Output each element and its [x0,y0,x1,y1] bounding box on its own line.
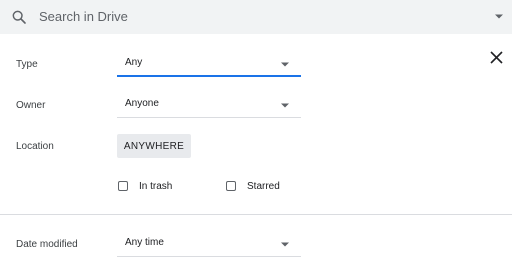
starred-checkbox[interactable] [226,181,236,191]
close-icon[interactable] [490,51,503,64]
section-divider [0,214,512,215]
in-trash-label[interactable]: In trash [139,181,172,192]
search-input[interactable]: Search in Drive [39,9,128,24]
type-select-value: Any [125,57,143,68]
date-modified-select-value: Any time [125,237,164,248]
date-modified-select[interactable]: Any time [117,231,301,257]
date-modified-label: Date modified [16,239,78,250]
starred-label[interactable]: Starred [247,181,280,192]
owner-select[interactable]: Anyone [117,92,301,118]
search-options-icon[interactable] [495,14,503,19]
search-icon[interactable] [11,9,27,25]
type-dropdown-icon [281,62,289,67]
type-select[interactable]: Any [117,51,301,77]
type-label: Type [16,59,38,70]
owner-label: Owner [16,100,46,111]
location-anywhere-button[interactable]: ANYWHERE [117,134,191,158]
search-bar[interactable]: Search in Drive [0,0,512,34]
date-modified-dropdown-icon [281,242,289,247]
location-label: Location [16,141,54,152]
owner-select-value: Anyone [125,98,159,109]
in-trash-checkbox[interactable] [118,181,128,191]
owner-dropdown-icon [281,103,289,108]
